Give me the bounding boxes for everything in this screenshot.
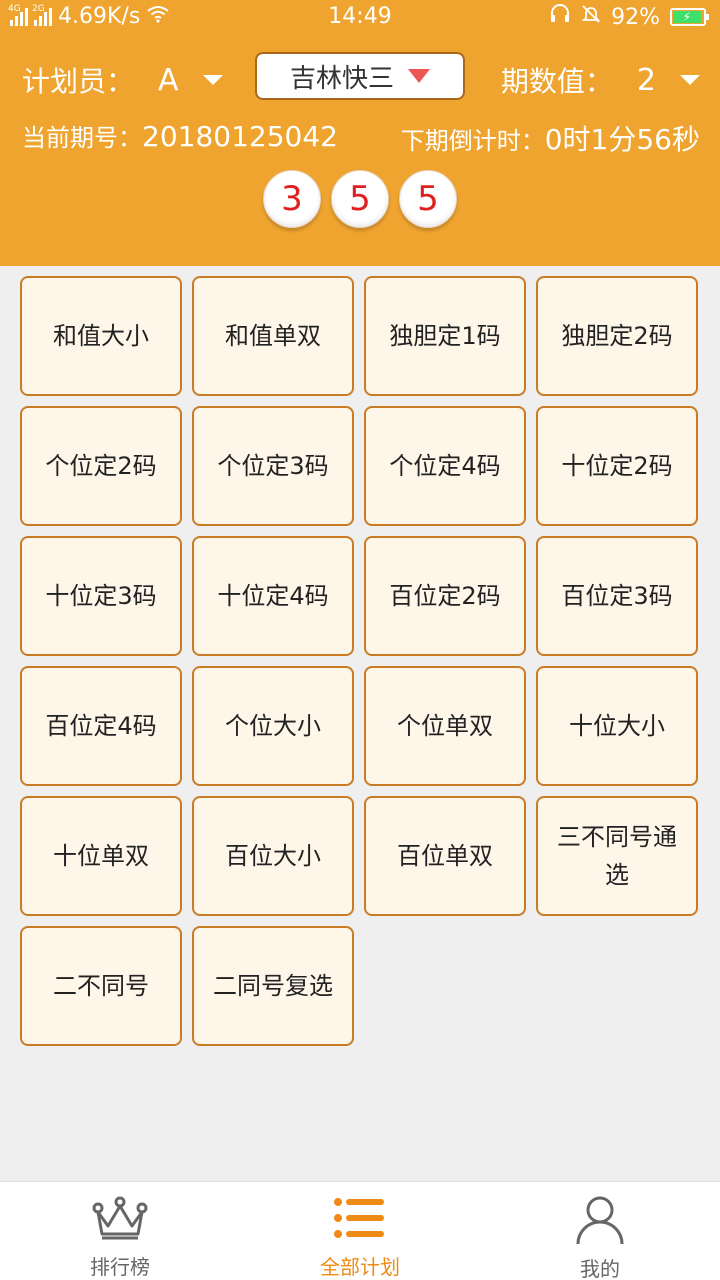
plan-button[interactable]: 十位定4码 [192,536,354,656]
period-label: 期数值： [500,65,613,98]
plan-button[interactable]: 二同号复选 [192,926,354,1046]
plan-button[interactable]: 百位大小 [192,796,354,916]
user-icon [572,1194,628,1249]
countdown: 下期倒计时：0时1分56秒 [400,123,700,156]
lottery-dropdown[interactable]: 吉林快三 [255,52,465,100]
plan-button[interactable]: 个位定3码 [192,406,354,526]
nav-item-all-plans[interactable]: 全部计划 [240,1182,480,1280]
period-selector[interactable]: 期数值： 2 [501,60,700,100]
bottom-nav: 排行榜 全部计划 我的 [0,1181,720,1280]
plan-button[interactable]: 三不同号通选 [536,796,698,916]
mute-bell-icon [581,4,601,30]
current-issue: 当前期号：20180125042 [22,120,338,153]
draw-result: 3 5 5 [0,170,720,228]
planner-value: A [158,62,179,98]
battery-percent: 92% [611,4,660,30]
plan-button[interactable]: 百位定4码 [20,666,182,786]
plan-button[interactable]: 独胆定1码 [364,276,526,396]
plan-button[interactable]: 个位定4码 [364,406,526,526]
issue-number: 20180125042 [142,120,338,153]
nav-item-mine[interactable]: 我的 [480,1182,720,1280]
nav-label: 排行榜 [90,1255,150,1279]
plan-button[interactable]: 百位单双 [364,796,526,916]
planner-label: 计划员： [22,65,135,98]
result-ball: 3 [263,170,321,228]
period-value: 2 [636,62,656,98]
planner-selector[interactable]: 计划员： A [22,60,223,100]
nav-label: 我的 [580,1257,620,1280]
chevron-down-icon [202,75,223,85]
plan-button[interactable]: 十位定2码 [536,406,698,526]
plan-button[interactable]: 百位定2码 [364,536,526,656]
lottery-name: 吉林快三 [289,63,394,94]
header: 4G 2G 4.69K/s 14:49 92% ⚡ 计划员： A 吉林快三 期数… [0,0,720,266]
headset-icon [549,4,571,30]
status-bar: 4G 2G 4.69K/s 14:49 92% ⚡ [0,0,720,36]
result-ball: 5 [331,170,389,228]
plan-button[interactable]: 和值大小 [20,276,182,396]
plan-button[interactable]: 二不同号 [20,926,182,1046]
plan-button[interactable]: 和值单双 [192,276,354,396]
plan-button[interactable]: 十位大小 [536,666,698,786]
crown-icon [92,1194,148,1247]
battery-icon: ⚡ [670,8,709,26]
chevron-down-icon [680,75,700,85]
plan-button[interactable]: 十位单双 [20,796,182,916]
nav-label: 全部计划 [320,1255,400,1279]
plan-button[interactable]: 个位大小 [192,666,354,786]
plan-button[interactable]: 百位定3码 [536,536,698,656]
plan-button[interactable]: 十位定3码 [20,536,182,656]
result-ball: 5 [399,170,457,228]
list-icon [332,1194,388,1247]
plan-button[interactable]: 个位单双 [364,666,526,786]
dropdown-arrow-icon [408,69,430,83]
plan-button[interactable]: 个位定2码 [20,406,182,526]
countdown-value: 0时1分56秒 [544,123,700,156]
nav-item-ranking[interactable]: 排行榜 [0,1182,240,1280]
plan-grid: 和值大小 和值单双 独胆定1码 独胆定2码 个位定2码 个位定3码 个位定4码 … [20,276,700,1046]
plan-button[interactable]: 独胆定2码 [536,276,698,396]
